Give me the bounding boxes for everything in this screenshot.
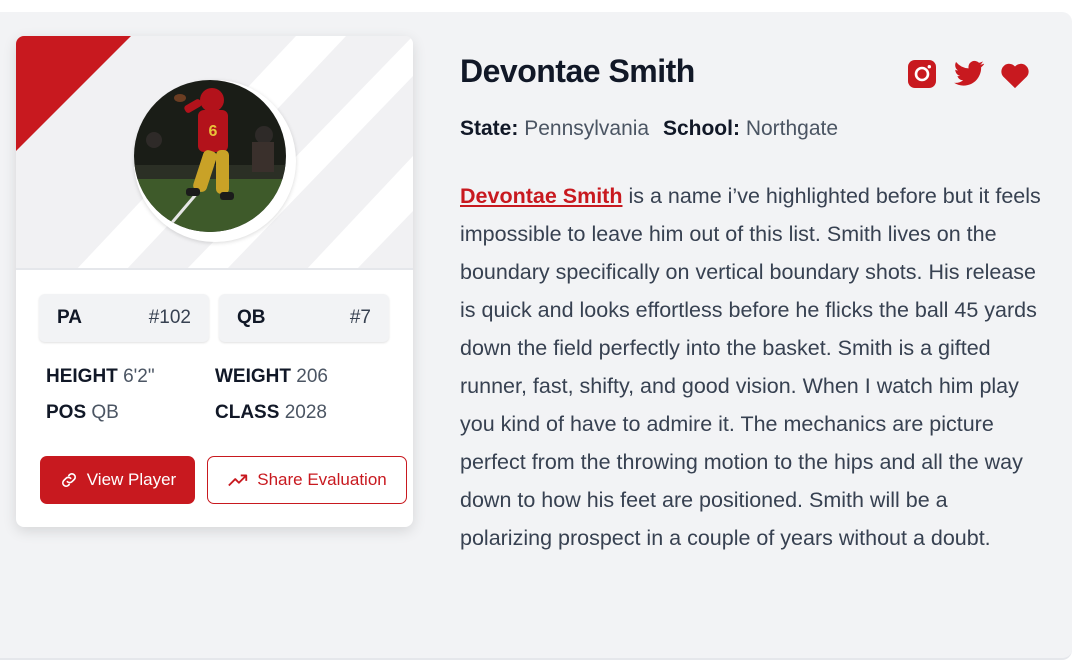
player-avatar: 6 xyxy=(134,80,296,242)
weight-stat: WEIGHT 206 xyxy=(215,366,328,388)
class-stat: CLASS 2028 xyxy=(215,402,327,424)
player-bio: Devontae Smith is a name i’ve highlighte… xyxy=(460,177,1045,557)
view-player-label: View Player xyxy=(86,470,177,489)
heart-icon[interactable] xyxy=(1000,61,1030,94)
class-value: 2028 xyxy=(284,402,327,423)
bio-text: is a name i’ve highlighted before but it… xyxy=(460,184,1041,550)
svg-text:6: 6 xyxy=(209,123,218,140)
pos-label: POS xyxy=(46,402,87,423)
state-label: State: xyxy=(460,117,519,140)
player-name: Devontae Smith xyxy=(460,53,695,89)
instagram-icon[interactable] xyxy=(907,59,937,94)
class-label: CLASS xyxy=(215,402,280,423)
pos-value: QB xyxy=(91,402,119,423)
twitter-icon[interactable] xyxy=(953,60,985,93)
school-label: School: xyxy=(662,117,740,140)
position-number-chip: QB #7 xyxy=(219,294,389,342)
player-name-link[interactable]: Devontae Smith xyxy=(460,184,622,208)
link-icon xyxy=(61,473,76,487)
card-chips: PA #102 QB #7 xyxy=(39,294,391,342)
jersey-number: #7 xyxy=(349,307,371,328)
player-photo: 6 xyxy=(134,80,286,232)
view-player-button[interactable]: View Player xyxy=(40,456,195,504)
state-rank-chip: PA #102 xyxy=(39,294,209,342)
state-abbrev: PA xyxy=(57,307,82,328)
height-value: 6'2" xyxy=(123,366,155,387)
social-links xyxy=(905,59,1035,91)
weight-value: 206 xyxy=(296,366,328,387)
trending-up-icon xyxy=(228,474,248,487)
pos-stat: POS QB xyxy=(46,402,119,424)
state-value: Pennsylvania xyxy=(524,117,650,140)
weight-label: WEIGHT xyxy=(215,366,291,387)
state-rank: #102 xyxy=(148,307,191,328)
position-abbrev: QB xyxy=(237,307,266,328)
school-value: Northgate xyxy=(745,117,839,140)
card-banner: 6 xyxy=(16,36,413,270)
player-card: 6 PA #102 QB #7 HEIGHT 6'2" WEIGHT 206 P… xyxy=(16,36,413,527)
share-evaluation-button[interactable]: Share Evaluation xyxy=(207,456,407,504)
player-meta: State: Pennsylvania School: Northgate xyxy=(460,117,838,141)
height-label: HEIGHT xyxy=(46,366,118,387)
share-evaluation-label: Share Evaluation xyxy=(257,470,387,489)
height-stat: HEIGHT 6'2" xyxy=(46,366,155,388)
